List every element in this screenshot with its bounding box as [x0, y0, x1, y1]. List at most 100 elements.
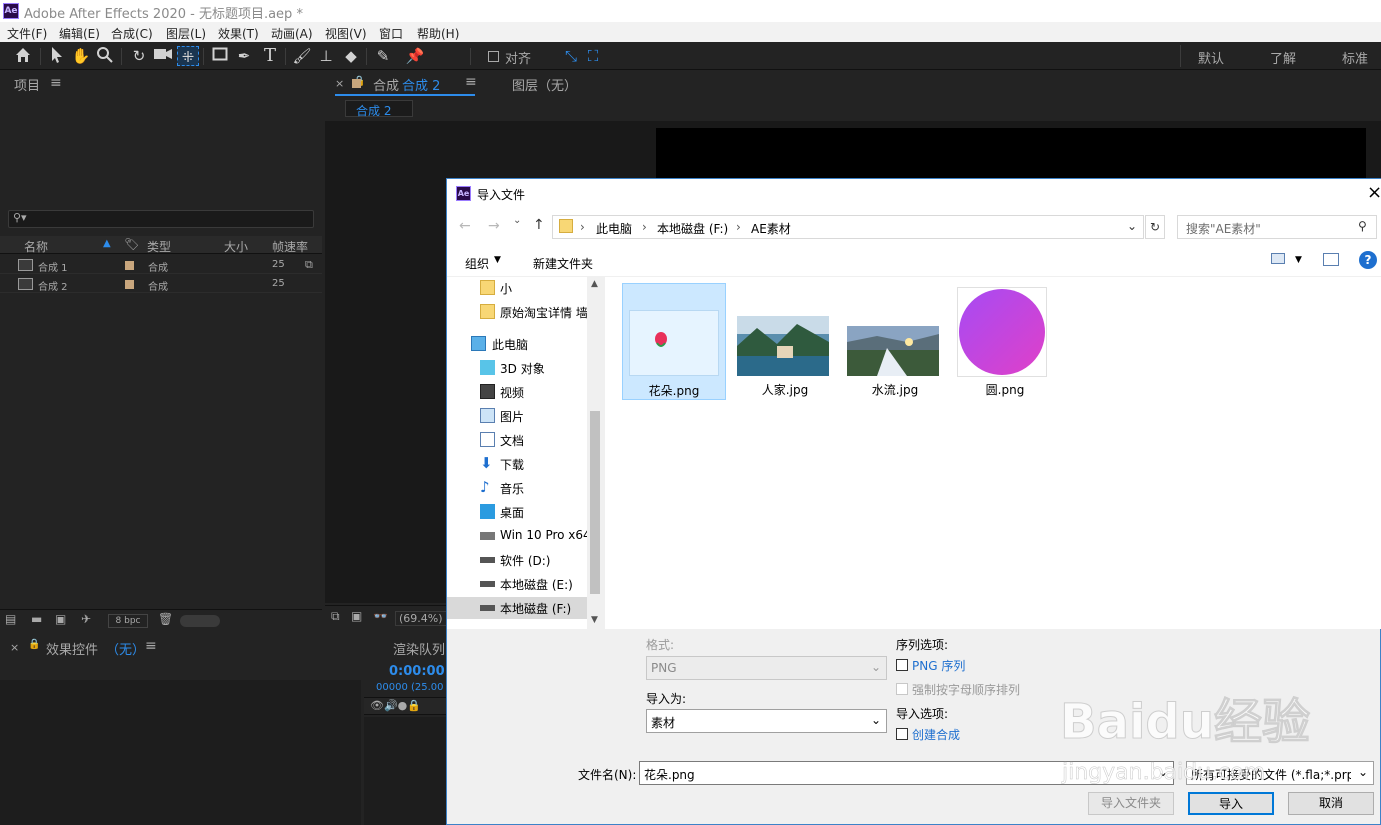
nav-item[interactable]: 视频 [447, 381, 587, 403]
workspace-standard[interactable]: 标准 [1342, 48, 1368, 67]
new-folder-icon[interactable]: ▬ [31, 612, 42, 626]
file-item[interactable]: 圆.png [953, 283, 1057, 400]
nav-item[interactable]: Win 10 Pro x64 [447, 525, 591, 547]
help-icon[interactable]: ? [1359, 251, 1377, 269]
cancel-button[interactable]: 取消 [1288, 792, 1374, 815]
snap-edge-icon[interactable]: ⤡ [560, 46, 582, 66]
close-icon[interactable]: × [1367, 182, 1381, 203]
nav-item-selected[interactable]: 本地磁盘 (F:) [447, 597, 587, 619]
project-panel-title[interactable]: 项目 [14, 75, 40, 94]
project-search-input[interactable]: ⚲▾ [8, 210, 314, 228]
refresh-icon[interactable]: ↻ [1145, 215, 1165, 239]
grid-toggle-icon[interactable]: ▣ [351, 609, 362, 623]
scroll-up-icon[interactable]: ▲ [591, 279, 598, 289]
eraser-tool-icon[interactable]: ◆ [340, 46, 362, 66]
sort-ascending-icon[interactable]: ▲ [103, 238, 111, 249]
column-size[interactable]: 大小 [224, 238, 248, 255]
nav-item[interactable]: 本地磁盘 (E:) [447, 573, 587, 595]
nav-item[interactable]: 3D 对象 [447, 357, 587, 379]
import-button[interactable]: 导入 [1188, 792, 1274, 815]
column-fps[interactable]: 帧速率 [272, 238, 308, 255]
breadcrumb-folder[interactable]: AE素材 [751, 220, 791, 237]
menu-composition[interactable]: 合成(C) [111, 25, 153, 42]
nav-item[interactable]: ♪ 音乐 [447, 477, 587, 499]
zoom-tool-icon[interactable] [94, 46, 116, 66]
nav-item[interactable]: 软件 (D:) [447, 549, 587, 571]
forward-arrow-icon[interactable]: → [488, 218, 500, 234]
nav-item[interactable]: 桌面 [447, 501, 587, 523]
pen-tool-icon[interactable]: ✒ [233, 46, 255, 66]
preview-pane-icon[interactable] [1323, 253, 1339, 266]
close-tab-icon[interactable]: × [10, 641, 19, 654]
file-item[interactable]: 人家.jpg [733, 283, 837, 400]
import-folder-button[interactable]: 导入文件夹 [1088, 792, 1174, 815]
menu-help[interactable]: 帮助(H) [417, 25, 459, 42]
new-folder-button[interactable]: 新建文件夹 [533, 255, 593, 272]
menu-window[interactable]: 窗口 [379, 25, 403, 42]
label-color-swatch[interactable] [125, 280, 134, 289]
menu-file[interactable]: 文件(F) [7, 25, 47, 42]
png-sequence-checkbox[interactable] [896, 659, 908, 671]
file-item[interactable]: 水流.jpg [843, 283, 947, 400]
nav-item-this-pc[interactable]: 此电脑 [447, 333, 587, 355]
label-tag-icon[interactable]: 🏷 [124, 237, 139, 251]
hand-tool-icon[interactable]: ✋ [70, 46, 92, 66]
up-arrow-icon[interactable]: ↑ [533, 217, 545, 233]
menu-animation[interactable]: 动画(A) [271, 25, 313, 42]
puppet-pin-tool-icon[interactable]: 📌 [404, 46, 426, 66]
text-tool-icon[interactable]: T [259, 46, 281, 66]
roto-brush-tool-icon[interactable]: ✎ [372, 46, 394, 66]
interpret-footage-icon[interactable]: ▤ [5, 612, 16, 626]
panel-menu-icon[interactable]: ≡ [465, 74, 477, 90]
column-name[interactable]: 名称 [24, 238, 48, 255]
selection-tool-icon[interactable] [46, 46, 68, 66]
thumbnail-slider[interactable] [180, 615, 220, 627]
menu-view[interactable]: 视图(V) [325, 25, 367, 42]
always-preview-icon[interactable]: ⧉ [331, 609, 340, 624]
back-arrow-icon[interactable]: ← [459, 218, 471, 234]
create-composition-label[interactable]: 创建合成 [912, 726, 960, 743]
snap-checkbox[interactable] [488, 51, 499, 62]
recent-dropdown-icon[interactable]: ⌄ [513, 215, 521, 226]
table-row[interactable]: 合成 2 合成 25 [0, 275, 322, 293]
menu-effect[interactable]: 效果(T) [218, 25, 259, 42]
table-row[interactable]: 合成 1 合成 25 ⧉ [0, 256, 322, 274]
bpc-button[interactable]: 8 bpc [108, 614, 148, 628]
layer-tab[interactable]: 图层（无） [512, 75, 577, 94]
menu-edit[interactable]: 编辑(E) [59, 25, 100, 42]
project-settings-icon[interactable]: ✈ [81, 612, 91, 626]
view-mode-icon[interactable] [1271, 253, 1285, 264]
file-type-select[interactable]: 所有可接受的文件 (*.fla;*.prpr ⌄ [1186, 761, 1374, 785]
nav-item[interactable]: ⬇ 下载 [447, 453, 587, 475]
create-composition-checkbox[interactable] [896, 728, 908, 740]
flowchart-icon[interactable]: ⧉ [305, 258, 313, 272]
video-audio-solo-lock-icons[interactable]: 👁🔊●🔒 [370, 699, 421, 712]
workspace-learn[interactable]: 了解 [1270, 48, 1296, 67]
filename-input[interactable]: 花朵.png ⌄ [639, 761, 1174, 785]
file-item[interactable]: 花朵.png [622, 283, 726, 400]
breadcrumb-pc[interactable]: 此电脑 [596, 220, 632, 237]
pan-behind-tool-icon[interactable]: ⁜ [177, 46, 199, 66]
new-composition-icon[interactable]: ▣ [55, 612, 66, 626]
workspace-default[interactable]: 默认 [1198, 48, 1224, 67]
panel-menu-icon[interactable]: ≡ [50, 75, 62, 91]
nav-item[interactable]: 文档 [447, 429, 587, 451]
search-input[interactable]: 搜索"AE素材" ⚲ [1177, 215, 1377, 239]
camera-tool-icon[interactable] [152, 46, 174, 66]
png-sequence-label[interactable]: PNG 序列 [912, 657, 965, 674]
scroll-thumb[interactable] [590, 411, 600, 594]
trash-icon[interactable]: 🗑 [158, 612, 173, 626]
clone-stamp-tool-icon[interactable]: ⊥ [315, 46, 337, 66]
address-field[interactable]: › 此电脑 › 本地磁盘 (F:) › AE素材 ⌄ [552, 215, 1144, 239]
chevron-down-icon[interactable]: ⌄ [1358, 765, 1368, 779]
column-type[interactable]: 类型 [147, 238, 171, 255]
import-as-select[interactable]: 素材 ⌄ [646, 709, 887, 733]
breadcrumb[interactable]: 合成 2 [345, 100, 413, 118]
scroll-down-icon[interactable]: ▼ [591, 615, 598, 625]
rectangle-tool-icon[interactable] [209, 46, 231, 66]
render-queue-title[interactable]: 渲染队列 [393, 639, 445, 658]
organize-button[interactable]: 组织 [465, 255, 489, 272]
zoom-dropdown[interactable]: (69.4%) [395, 611, 447, 626]
comp-tab-name[interactable]: 合成 2 [402, 75, 440, 94]
snap-feature-icon[interactable]: ⛶ [582, 46, 604, 66]
